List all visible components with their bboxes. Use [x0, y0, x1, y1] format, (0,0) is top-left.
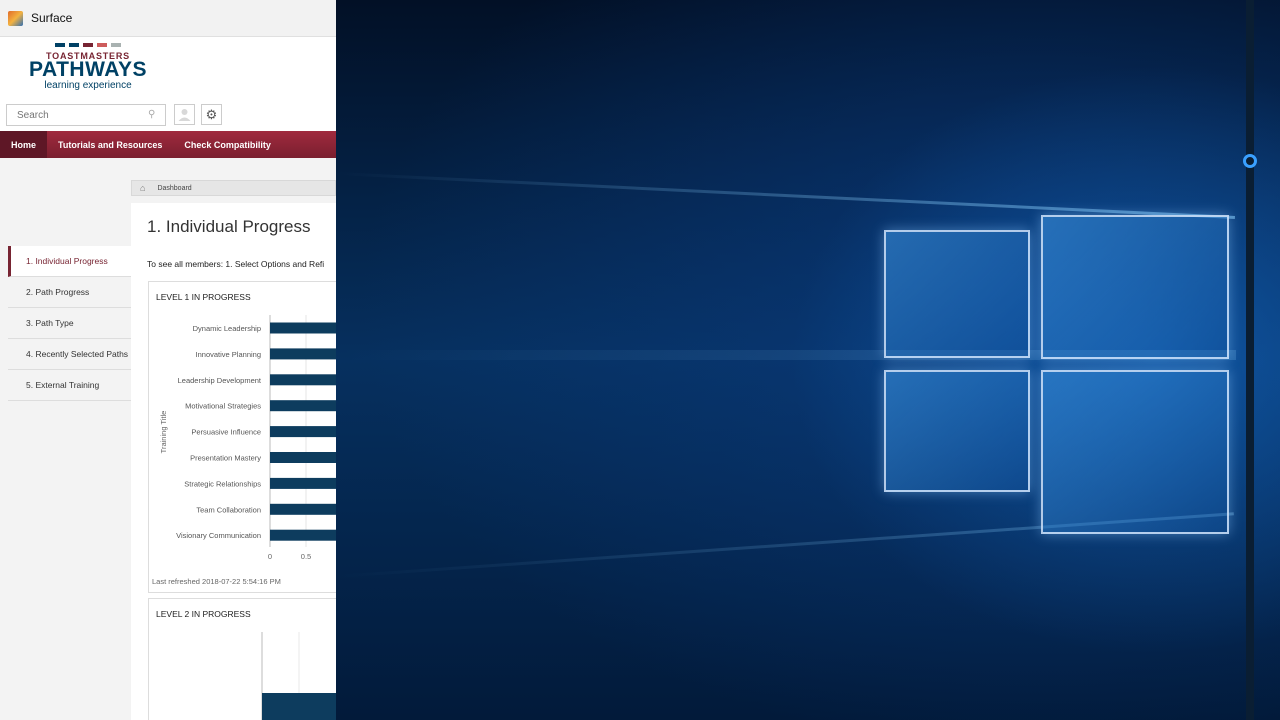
sidebar-item-path-progress[interactable]: 2. Path Progress	[8, 277, 131, 308]
bar	[270, 452, 336, 463]
category-label: Motivational Strategies	[185, 402, 261, 411]
sidebar-item-path-type[interactable]: 3. Path Type	[8, 308, 131, 339]
breadcrumb: ⌂ Dashboard	[131, 180, 336, 196]
main-content: 1. Individual Progress To see all member…	[131, 203, 336, 720]
settings-button[interactable]: ⚙	[201, 104, 222, 125]
main-nav: Home Tutorials and Resources Check Compa…	[0, 131, 336, 158]
last-refreshed: Last refreshed 2018-07-22 5:54:16 PM	[152, 577, 281, 586]
light-beam	[336, 172, 1235, 219]
category-label: Strategic Relationships	[184, 479, 261, 488]
edge-scrollbar[interactable]	[1246, 0, 1254, 720]
bar	[270, 426, 336, 438]
logo-bar	[55, 43, 65, 47]
title-bar: Surface	[0, 0, 336, 37]
category-label: Visionary Communication	[176, 531, 261, 540]
bar	[270, 503, 336, 515]
sidebar-item-recently-selected-paths[interactable]: 4. Recently Selected Paths	[8, 339, 131, 370]
windows-logo-pane	[884, 370, 1030, 492]
app-icon	[8, 10, 23, 26]
bar	[270, 400, 336, 412]
level2-card: LEVEL 2 IN PROGRESS	[148, 598, 336, 720]
nav-check-compatibility[interactable]: Check Compatibility	[173, 131, 282, 158]
bar	[270, 374, 336, 386]
logo-bar	[83, 43, 93, 47]
browser-window: Surface TOASTMASTERS PATHWAYS learning e…	[0, 0, 336, 720]
windows-logo-pane	[884, 230, 1030, 358]
breadcrumb-dashboard[interactable]: Dashboard	[157, 185, 191, 192]
site-header: TOASTMASTERS PATHWAYS learning experienc…	[0, 37, 336, 131]
logo-bar	[69, 43, 79, 47]
sidebar-item-external-training[interactable]: 5. External Training	[8, 370, 131, 401]
category-label: Leadership Development	[178, 376, 262, 385]
category-label: Dynamic Leadership	[193, 324, 261, 333]
nav-home[interactable]: Home	[0, 131, 48, 158]
window-title: Surface	[31, 11, 73, 25]
windows-logo-pane	[1041, 370, 1229, 534]
category-label: Innovative Planning	[196, 350, 261, 359]
x-tick-label: 0	[268, 552, 272, 561]
page-title: 1. Individual Progress	[147, 217, 311, 236]
desktop-wallpaper	[336, 0, 1280, 720]
windows-logo-pane	[1041, 215, 1229, 359]
nav-tutorials[interactable]: Tutorials and Resources	[47, 131, 173, 158]
bar	[270, 322, 336, 334]
logo-bars	[18, 43, 158, 47]
avatar-button[interactable]	[174, 104, 195, 125]
home-icon[interactable]: ⌂	[140, 183, 145, 193]
level2-chart	[261, 632, 336, 720]
pathways-logo[interactable]: TOASTMASTERS PATHWAYS learning experienc…	[18, 43, 158, 91]
category-label: Team Collaboration	[196, 505, 261, 514]
cortana-icon[interactable]	[1243, 154, 1257, 168]
sidebar-item-individual-progress[interactable]: 1. Individual Progress	[8, 246, 131, 277]
logo-pathways: PATHWAYS	[29, 58, 147, 81]
level1-chart: Dynamic Leadership Innovative Planning Lea…	[159, 315, 336, 561]
search-input[interactable]	[6, 104, 166, 126]
category-label: Persuasive Influence	[191, 428, 261, 437]
gear-icon: ⚙	[205, 106, 218, 122]
instructions-text: To see all members: 1. Select Options an…	[147, 259, 325, 269]
bar	[270, 529, 336, 541]
bar	[270, 477, 336, 489]
search-icon[interactable]: ⚲	[148, 109, 155, 120]
level2-bar	[262, 693, 336, 720]
logo-bar	[111, 43, 121, 47]
level1-title: LEVEL 1 IN PROGRESS	[156, 292, 251, 302]
y-axis-title: Training Title	[159, 411, 168, 454]
user-icon	[178, 109, 191, 121]
dashboard-sidebar: 1. Individual Progress 2. Path Progress …	[8, 246, 131, 401]
bar	[270, 348, 336, 360]
x-tick-label: 0.5	[301, 552, 311, 561]
logo-bar	[97, 43, 107, 47]
category-label: Presentation Mastery	[190, 454, 261, 463]
logo-subtitle: learning experience	[44, 80, 132, 91]
level1-card: Dynamic Leadership Innovative Planning Lea…	[148, 281, 336, 593]
